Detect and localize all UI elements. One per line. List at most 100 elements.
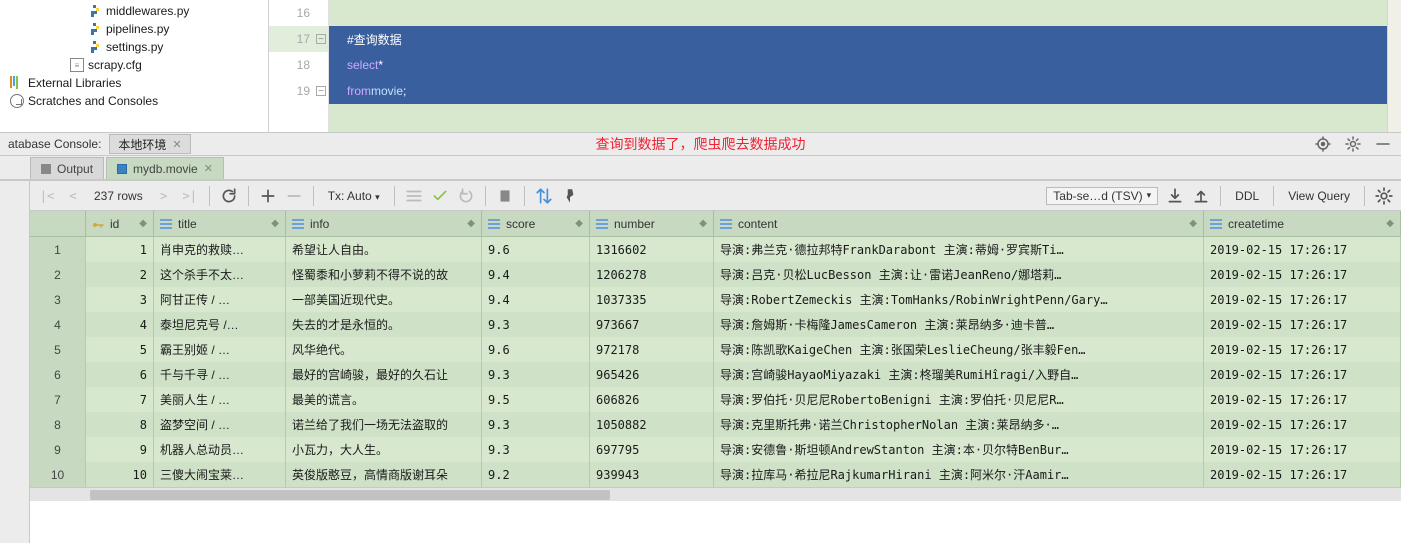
- cell-id[interactable]: 7: [86, 387, 154, 412]
- cell-id[interactable]: 5: [86, 337, 154, 362]
- remove-row-button[interactable]: [285, 187, 303, 205]
- cell-content[interactable]: 导演:詹姆斯·卡梅隆JamesCameron 主演:莱昂纳多·迪卡普…: [714, 312, 1204, 337]
- console-tab-local-env[interactable]: 本地环境 ✕: [109, 134, 190, 154]
- tree-scratches[interactable]: Scratches and Consoles: [0, 92, 268, 110]
- cell-createtime[interactable]: 2019-02-15 17:26:17: [1204, 237, 1401, 262]
- cell-score[interactable]: 9.4: [482, 262, 590, 287]
- cell-number[interactable]: 1037335: [590, 287, 714, 312]
- cell-info[interactable]: 最美的谎言。: [286, 387, 482, 412]
- col-header-score[interactable]: score◆: [482, 211, 590, 236]
- cell-createtime[interactable]: 2019-02-15 17:26:17: [1204, 262, 1401, 287]
- add-row-button[interactable]: [259, 187, 277, 205]
- cell-content[interactable]: 导演:陈凯歌KaigeChen 主演:张国荣LeslieCheung/张丰毅Fe…: [714, 337, 1204, 362]
- cell-number[interactable]: 973667: [590, 312, 714, 337]
- tree-file-scrapy-cfg[interactable]: ≡ scrapy.cfg: [0, 56, 268, 74]
- table-row[interactable]: 55霸王别姬 / …风华绝代。9.6972178导演:陈凯歌KaigeChen …: [30, 337, 1401, 362]
- editor-code-area[interactable]: #查询数据 select * from movie;: [329, 0, 1387, 132]
- cell-title[interactable]: 这个杀手不太…: [154, 262, 286, 287]
- cell-content[interactable]: 导演:克里斯托弗·诺兰ChristopherNolan 主演:莱昂纳多·…: [714, 412, 1204, 437]
- cell-content[interactable]: 导演:吕克·贝松LucBesson 主演:让·雷诺JeanReno/娜塔莉…: [714, 262, 1204, 287]
- cell-title[interactable]: 机器人总动员…: [154, 437, 286, 462]
- cell-score[interactable]: 9.3: [482, 437, 590, 462]
- cell-score[interactable]: 9.6: [482, 237, 590, 262]
- cell-number[interactable]: 697795: [590, 437, 714, 462]
- col-header-createtime[interactable]: createtime◆: [1204, 211, 1401, 236]
- cell-number[interactable]: 972178: [590, 337, 714, 362]
- commit-button[interactable]: [405, 187, 423, 205]
- cell-createtime[interactable]: 2019-02-15 17:26:17: [1204, 287, 1401, 312]
- editor-overview-ruler[interactable]: [1387, 0, 1401, 132]
- cell-createtime[interactable]: 2019-02-15 17:26:17: [1204, 312, 1401, 337]
- view-query-button[interactable]: View Query: [1284, 189, 1354, 203]
- cell-content[interactable]: 导演:宫崎骏HayaoMiyazaki 主演:柊瑠美RumiHîragi/入野自…: [714, 362, 1204, 387]
- cell-score[interactable]: 9.2: [482, 462, 590, 487]
- col-header-id[interactable]: id◆: [86, 211, 154, 236]
- tree-external-libraries[interactable]: External Libraries: [0, 74, 268, 92]
- upload-icon[interactable]: [1192, 187, 1210, 205]
- table-row[interactable]: 33阿甘正传 / …一部美国近现代史。9.41037335导演:RobertZe…: [30, 287, 1401, 312]
- prev-page-button[interactable]: <: [64, 187, 82, 205]
- pin-icon[interactable]: [561, 187, 579, 205]
- cell-title[interactable]: 美丽人生 / …: [154, 387, 286, 412]
- cell-score[interactable]: 9.4: [482, 287, 590, 312]
- gear-icon[interactable]: [1345, 136, 1361, 152]
- cell-title[interactable]: 霸王别姬 / …: [154, 337, 286, 362]
- tab-mydb-movie[interactable]: mydb.movie ✕: [106, 157, 224, 179]
- cell-content[interactable]: 导演:弗兰克·德拉邦特FrankDarabont 主演:蒂姆·罗宾斯Ti…: [714, 237, 1204, 262]
- fold-icon[interactable]: −: [316, 34, 326, 44]
- table-row[interactable]: 11肖申克的救赎…希望让人自由。9.61316602导演:弗兰克·德拉邦特Fra…: [30, 237, 1401, 262]
- cell-id[interactable]: 10: [86, 462, 154, 487]
- minimize-icon[interactable]: [1375, 136, 1391, 152]
- cell-title[interactable]: 阿甘正传 / …: [154, 287, 286, 312]
- col-header-number[interactable]: number◆: [590, 211, 714, 236]
- cell-createtime[interactable]: 2019-02-15 17:26:17: [1204, 412, 1401, 437]
- tree-file-middlewares[interactable]: middlewares.py: [0, 2, 268, 20]
- table-row[interactable]: 66千与千寻 / …最好的宫崎骏，最好的久石让9.3965426导演:宫崎骏Ha…: [30, 362, 1401, 387]
- table-row[interactable]: 88盗梦空间 / …诺兰给了我们一场无法盗取的9.31050882导演:克里斯托…: [30, 412, 1401, 437]
- gear-icon[interactable]: [1375, 187, 1393, 205]
- target-icon[interactable]: [1315, 136, 1331, 152]
- cell-score[interactable]: 9.3: [482, 412, 590, 437]
- col-header-title[interactable]: title◆: [154, 211, 286, 236]
- cell-id[interactable]: 8: [86, 412, 154, 437]
- cell-content[interactable]: 导演:安德鲁·斯坦顿AndrewStanton 主演:本·贝尔特BenBur…: [714, 437, 1204, 462]
- first-page-button[interactable]: |<: [38, 187, 56, 205]
- next-page-button[interactable]: >: [155, 187, 173, 205]
- cell-id[interactable]: 4: [86, 312, 154, 337]
- filter-icon[interactable]: [496, 187, 514, 205]
- cell-content[interactable]: 导演:罗伯托·贝尼尼RobertoBenigni 主演:罗伯托·贝尼尼R…: [714, 387, 1204, 412]
- cell-id[interactable]: 6: [86, 362, 154, 387]
- table-row[interactable]: 44泰坦尼克号 /…失去的才是永恒的。9.3973667导演:詹姆斯·卡梅隆Ja…: [30, 312, 1401, 337]
- cell-content[interactable]: 导演:RobertZemeckis 主演:TomHanks/RobinWrigh…: [714, 287, 1204, 312]
- cell-createtime[interactable]: 2019-02-15 17:26:17: [1204, 362, 1401, 387]
- tx-mode[interactable]: Tx: Auto ▾: [324, 189, 384, 203]
- cell-title[interactable]: 肖申克的救赎…: [154, 237, 286, 262]
- cell-content[interactable]: 导演:拉库马·希拉尼RajkumarHirani 主演:阿米尔·汗Aamir…: [714, 462, 1204, 487]
- cell-info[interactable]: 失去的才是永恒的。: [286, 312, 482, 337]
- cell-number[interactable]: 965426: [590, 362, 714, 387]
- horizontal-scrollbar[interactable]: [30, 487, 1401, 501]
- cell-title[interactable]: 盗梦空间 / …: [154, 412, 286, 437]
- last-page-button[interactable]: >|: [181, 187, 199, 205]
- cell-createtime[interactable]: 2019-02-15 17:26:17: [1204, 337, 1401, 362]
- cell-id[interactable]: 2: [86, 262, 154, 287]
- fold-icon[interactable]: −: [316, 86, 326, 96]
- tree-file-settings[interactable]: settings.py: [0, 38, 268, 56]
- cell-createtime[interactable]: 2019-02-15 17:26:17: [1204, 437, 1401, 462]
- cell-score[interactable]: 9.3: [482, 362, 590, 387]
- cell-score[interactable]: 9.5: [482, 387, 590, 412]
- cell-info[interactable]: 风华绝代。: [286, 337, 482, 362]
- cell-title[interactable]: 三傻大闹宝莱…: [154, 462, 286, 487]
- scrollbar-thumb[interactable]: [90, 490, 610, 500]
- cell-number[interactable]: 1050882: [590, 412, 714, 437]
- tab-output[interactable]: Output: [30, 157, 104, 179]
- compare-icon[interactable]: [535, 187, 553, 205]
- cell-id[interactable]: 3: [86, 287, 154, 312]
- cell-info[interactable]: 小瓦力，大人生。: [286, 437, 482, 462]
- cell-info[interactable]: 诺兰给了我们一场无法盗取的: [286, 412, 482, 437]
- cell-number[interactable]: 606826: [590, 387, 714, 412]
- cell-info[interactable]: 希望让人自由。: [286, 237, 482, 262]
- table-row[interactable]: 22这个杀手不太…怪蜀黍和小萝莉不得不说的故9.41206278导演:吕克·贝松…: [30, 262, 1401, 287]
- col-header-info[interactable]: info◆: [286, 211, 482, 236]
- cell-number[interactable]: 939943: [590, 462, 714, 487]
